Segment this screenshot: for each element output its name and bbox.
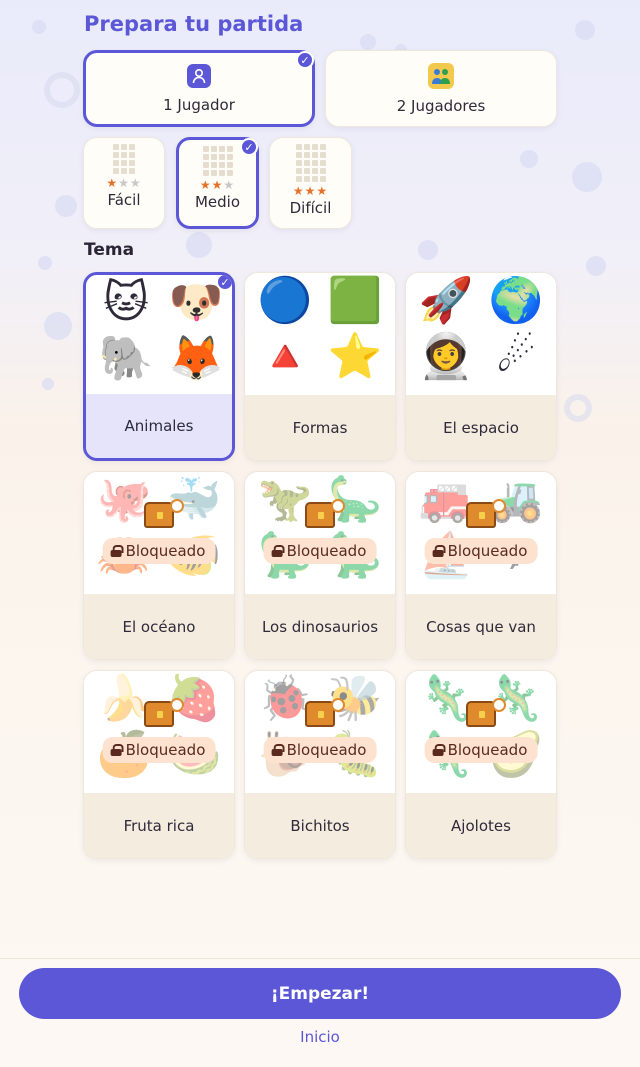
- theme-artwork: 🚒🚜⛵✈Bloqueado: [406, 472, 556, 594]
- play-badge-icon: [170, 499, 184, 513]
- theme-illustration-icon: 🐱: [103, 277, 149, 328]
- difficulty-stars: ★★★: [106, 176, 142, 190]
- locked-badge-label: Bloqueado: [447, 741, 528, 759]
- theme-illustration-icon: 🌍: [488, 275, 544, 326]
- lock-icon: [432, 545, 446, 557]
- lock-icon: [271, 545, 285, 557]
- theme-label: Animales: [86, 394, 232, 458]
- difficulty-label: Difícil: [289, 199, 332, 217]
- lock-icon: [271, 744, 285, 756]
- difficulty-easy[interactable]: ★★★ Fácil: [83, 137, 165, 229]
- single-player-icon: [187, 63, 211, 88]
- locked-badge-label: Bloqueado: [125, 542, 206, 560]
- locked-badge: Bloqueado: [263, 737, 377, 763]
- theme-card-fruta-rica[interactable]: 🍌🍓🍊🍉BloqueadoFruta rica: [83, 670, 235, 859]
- theme-artwork: 🍌🍓🍊🍉Bloqueado: [84, 671, 234, 793]
- page-title: Prepara tu partida: [84, 12, 304, 36]
- theme-illustration-icon: ⭐: [327, 331, 383, 382]
- home-link[interactable]: Inicio: [0, 1028, 640, 1046]
- theme-card-cosas-que-van[interactable]: 🚒🚜⛵✈BloqueadoCosas que van: [405, 471, 557, 660]
- theme-label: Fruta rica: [84, 793, 234, 858]
- difficulty-stars: ★★★: [292, 184, 329, 198]
- option-2-players[interactable]: 2 Jugadores: [325, 50, 557, 127]
- start-button[interactable]: ¡Empezar!: [19, 968, 621, 1019]
- theme-label: Los dinosaurios: [245, 594, 395, 659]
- play-badge-icon: [331, 499, 345, 513]
- locked-badge-label: Bloqueado: [447, 542, 528, 560]
- play-badge-icon: [170, 698, 184, 712]
- difficulty-hard[interactable]: ★★★ Difícil: [269, 137, 352, 229]
- theme-label: El espacio: [406, 395, 556, 460]
- theme-card-los-dinosaurios[interactable]: 🦖🦕🦕🦕BloqueadoLos dinosaurios: [244, 471, 396, 660]
- board-grid-icon: [202, 146, 233, 176]
- theme-illustration-icon: 👩‍🚀: [418, 331, 474, 382]
- theme-artwork: 🐱 🐶 🐘 🦊: [86, 275, 232, 394]
- locked-badge-label: Bloqueado: [286, 542, 367, 560]
- theme-card-formas[interactable]: 🔵 🟩 🔺 ⭐ Formas: [244, 272, 396, 461]
- theme-card-el-oceano[interactable]: 🐙🐳🦀🐠BloqueadoEl océano: [83, 471, 235, 660]
- difficulty-label: Fácil: [107, 191, 141, 209]
- theme-illustration-icon: 🔺: [257, 331, 313, 382]
- theme-artwork: 🐙🐳🦀🐠Bloqueado: [84, 472, 234, 594]
- play-badge-icon: [492, 499, 506, 513]
- difficulty-medium[interactable]: ✓ ★★★ Medio: [176, 137, 259, 229]
- player-option-label: 1 Jugador: [163, 95, 235, 114]
- locked-badge: Bloqueado: [424, 737, 538, 763]
- board-grid-icon: [295, 144, 326, 182]
- locked-badge-label: Bloqueado: [125, 741, 206, 759]
- option-1-player[interactable]: ✓ 1 Jugador: [83, 50, 315, 127]
- theme-section-label: Tema: [84, 240, 135, 260]
- theme-card-el-espacio[interactable]: 🚀 🌍 👩‍🚀 ☄ El espacio: [405, 272, 557, 461]
- two-players-icon: [428, 62, 454, 89]
- theme-illustration-icon: 🦊: [168, 333, 224, 384]
- lock-icon: [110, 744, 124, 756]
- theme-label: Ajolotes: [406, 793, 556, 858]
- locked-badge: Bloqueado: [102, 737, 216, 763]
- lock-icon: [110, 545, 124, 557]
- theme-label: El océano: [84, 594, 234, 659]
- theme-illustration-icon: ☄: [496, 331, 536, 382]
- locked-badge: Bloqueado: [263, 538, 377, 564]
- theme-card-bichitos[interactable]: 🐞🐝🐌🐛BloqueadoBichitos: [244, 670, 396, 859]
- theme-artwork: 🐞🐝🐌🐛Bloqueado: [245, 671, 395, 793]
- selected-check-icon: ✓: [296, 51, 314, 69]
- board-grid-icon: [113, 144, 135, 174]
- difficulty-label: Medio: [194, 193, 241, 211]
- locked-badge-label: Bloqueado: [286, 741, 367, 759]
- theme-illustration-icon: 🚀: [418, 275, 474, 326]
- selected-check-icon: ✓: [216, 275, 232, 291]
- theme-artwork: 🦖🦕🦕🦕Bloqueado: [245, 472, 395, 594]
- theme-illustration-icon: 🔵: [257, 275, 313, 326]
- theme-illustration-icon: 🟩: [327, 275, 383, 326]
- theme-label: Bichitos: [245, 793, 395, 858]
- locked-badge: Bloqueado: [424, 538, 538, 564]
- locked-badge: Bloqueado: [102, 538, 216, 564]
- theme-label: Formas: [245, 395, 395, 460]
- theme-label: Cosas que van: [406, 594, 556, 659]
- theme-artwork: 🚀 🌍 👩‍🚀 ☄: [406, 273, 556, 395]
- play-badge-icon: [492, 698, 506, 712]
- theme-card-ajolotes[interactable]: 🦎🦎🦎🥑BloqueadoAjolotes: [405, 670, 557, 859]
- theme-card-animales[interactable]: 🐱 🐶 🐘 🦊 Animales ✓: [83, 272, 235, 461]
- lock-icon: [432, 744, 446, 756]
- player-option-label: 2 Jugadores: [396, 96, 486, 115]
- play-badge-icon: [331, 698, 345, 712]
- theme-artwork: 🦎🦎🦎🥑Bloqueado: [406, 671, 556, 793]
- theme-artwork: 🔵 🟩 🔺 ⭐: [245, 273, 395, 395]
- theme-illustration-icon: 🐘: [98, 333, 154, 384]
- difficulty-stars: ★★★: [199, 178, 236, 192]
- selected-check-icon: ✓: [240, 138, 258, 156]
